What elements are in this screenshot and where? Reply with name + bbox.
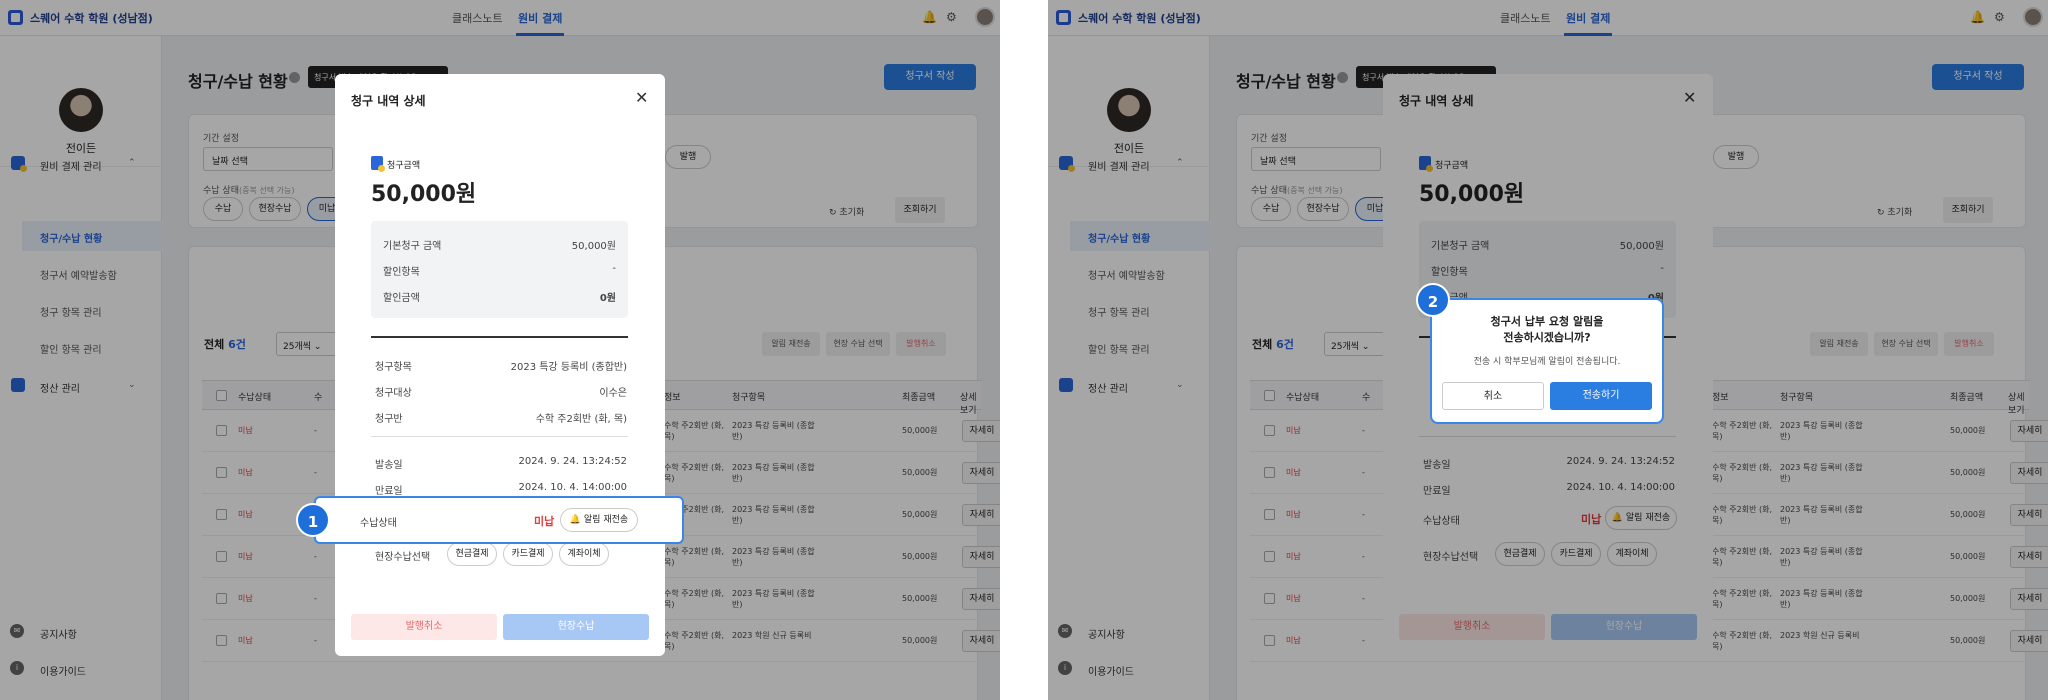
expire-label: 만료일: [375, 486, 403, 497]
sent-label: 발송일: [375, 460, 403, 471]
bill-item-value: 2023 특강 등록비 (종합반): [510, 362, 627, 373]
resend-alert-button[interactable]: 🔔 알림 재전송: [560, 508, 638, 532]
amount-value: 50,000원: [371, 182, 477, 207]
confirm-title: 청구서 납부 요청 알림을전송하시겠습니까?: [1432, 314, 1662, 346]
onsite-card[interactable]: 카드결제: [503, 542, 553, 566]
bill-icon: [371, 156, 385, 172]
step-badge-1: 1: [296, 503, 330, 537]
expire-value: 2024. 10. 4. 14:00:00: [518, 482, 627, 493]
resend-label: 알림 재전송: [583, 515, 629, 525]
onsite-transfer[interactable]: 계좌이체: [559, 542, 609, 566]
onsite-label: 현장수납선택: [375, 552, 431, 563]
resend-confirm-dialog: 청구서 납부 요청 알림을전송하시겠습니까? 전송 시 학부모님께 알림이 전송…: [1430, 298, 1664, 424]
amount-label: 청구금액: [387, 161, 421, 171]
sent-value: 2024. 9. 24. 13:24:52: [518, 456, 627, 467]
target-label: 청구대상: [375, 388, 412, 399]
status-row-value: 미납: [534, 515, 555, 528]
confirm-title-line2: 전송하시겠습니까?: [1503, 331, 1591, 344]
class-label: 청구반: [375, 414, 403, 425]
disc-item-value: -: [612, 263, 616, 274]
confirm-send-button[interactable]: 전송하기: [1550, 382, 1652, 410]
onsite-cash[interactable]: 현금결제: [447, 542, 497, 566]
confirm-title-line1: 청구서 납부 요청 알림을: [1490, 315, 1604, 328]
confirm-cancel-button[interactable]: 취소: [1442, 382, 1544, 410]
base-value: 50,000원: [571, 241, 616, 252]
class-value: 수학 주2회반 (화, 목): [535, 414, 627, 425]
amount-breakdown: 기본청구 금액 50,000원 할인항목 - 할인금액 0원: [371, 221, 628, 318]
screen-step-1: 스퀘어 수학 학원 (성남점) 클래스노트 원비 결제 🔔 ⚙ 전이든 원비 결…: [0, 0, 1000, 700]
modal-title: 청구 내역 상세: [351, 94, 426, 108]
base-label: 기본청구 금액: [383, 241, 442, 252]
onsite-pay-button[interactable]: 현장수납: [503, 614, 649, 640]
disc-amt-label: 할인금액: [383, 293, 420, 304]
confirm-subtitle: 전송 시 학부모님께 알림이 전송됩니다.: [1473, 357, 1621, 367]
divider-thin: [371, 436, 628, 437]
divider-thick: [371, 336, 628, 338]
step-badge-2: 2: [1416, 283, 1450, 317]
disc-amt-value: 0원: [599, 293, 616, 304]
issue-cancel-button[interactable]: 발행취소: [351, 614, 497, 640]
target-value: 이수은: [599, 388, 627, 399]
close-icon[interactable]: ✕: [635, 88, 648, 107]
disc-item-label: 할인항목: [383, 267, 420, 278]
bill-item-label: 청구항목: [375, 362, 412, 373]
status-row-highlight: 수납상태 미납 🔔 알림 재전송: [314, 496, 684, 544]
bill-detail-modal: 청구 내역 상세 ✕ 청구금액 50,000원 기본청구 금액 50,000원 …: [335, 74, 665, 656]
status-row-label: 수납상태: [360, 518, 397, 529]
